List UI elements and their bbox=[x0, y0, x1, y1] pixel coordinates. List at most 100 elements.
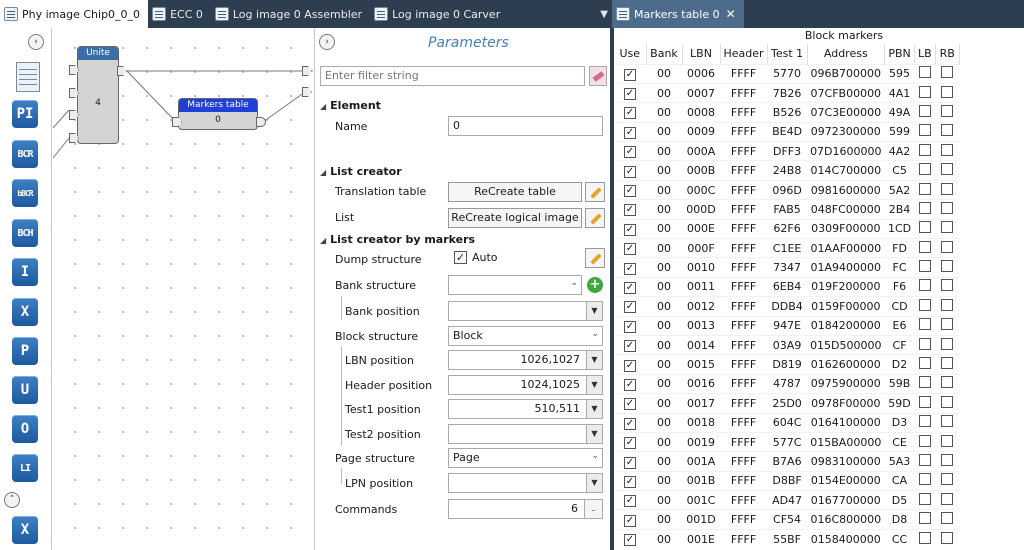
use-checkbox[interactable]: ✓ bbox=[624, 417, 636, 430]
rb-checkbox[interactable] bbox=[941, 182, 954, 195]
tab-markers-table[interactable]: Markers table 0 ✕ bbox=[612, 0, 744, 28]
tool-bbcr[interactable]: bBCR bbox=[12, 179, 38, 207]
tab-log-carver[interactable]: Log image 0 Carver bbox=[370, 0, 508, 28]
column-header[interactable]: PBN bbox=[884, 44, 916, 64]
lb-checkbox[interactable] bbox=[918, 201, 931, 214]
lb-checkbox[interactable] bbox=[918, 434, 931, 447]
table-row[interactable]: ✓ 00 000F FFFF C1EE 01AAF00000 FD bbox=[614, 238, 960, 258]
dropdown-arrow-icon[interactable]: ▼ bbox=[586, 302, 602, 320]
table-row[interactable]: ✓ 00 0012 FFFF DDB4 0159F00000 CD bbox=[614, 296, 960, 317]
header-position-field[interactable]: 1024,1025 ▼ bbox=[448, 375, 603, 395]
tool-x2[interactable]: X bbox=[12, 516, 38, 544]
table-row[interactable]: ✓ 00 000A FFFF DFF3 07D1600000 4A2 bbox=[614, 141, 960, 161]
lb-checkbox[interactable] bbox=[918, 143, 931, 156]
table-row[interactable]: ✓ 00 0016 FFFF 4787 0975900000 59B bbox=[614, 373, 960, 394]
section-list-creator-by-markers[interactable]: ◢ List creator by markers bbox=[320, 233, 475, 246]
table-row[interactable]: ✓ 00 0009 FFFF BE4D 0972300000 599 bbox=[614, 121, 960, 142]
column-header[interactable]: Use bbox=[614, 44, 647, 64]
table-row[interactable]: ✓ 00 0007 FFFF 7B26 07CFB00000 4A1 bbox=[614, 82, 960, 103]
lb-checkbox[interactable] bbox=[918, 163, 931, 176]
page-structure-select[interactable]: Page ⌄ bbox=[448, 448, 603, 468]
table-row[interactable]: ✓ 00 000E FFFF 62F6 0309F00000 1CD bbox=[614, 218, 960, 239]
lb-checkbox[interactable] bbox=[918, 279, 931, 292]
lb-checkbox[interactable] bbox=[918, 221, 931, 234]
tool-x[interactable]: X bbox=[12, 298, 38, 326]
table-row[interactable]: ✓ 00 000D FFFF FAB5 048FC00000 2B4 bbox=[614, 199, 960, 220]
tool-pi[interactable]: PI bbox=[12, 100, 38, 128]
dropdown-arrow-icon[interactable]: ▼ bbox=[586, 400, 602, 418]
pencil-icon[interactable] bbox=[585, 248, 605, 268]
tool-bch[interactable]: BCH bbox=[12, 219, 38, 247]
test1-position-field[interactable]: 510,511 ▼ bbox=[448, 399, 603, 419]
use-checkbox[interactable]: ✓ bbox=[624, 185, 636, 198]
use-checkbox[interactable]: ✓ bbox=[624, 534, 636, 547]
lb-checkbox[interactable] bbox=[918, 104, 931, 117]
lb-checkbox[interactable] bbox=[918, 182, 931, 195]
lb-checkbox[interactable] bbox=[918, 492, 931, 505]
close-icon[interactable]: ✕ bbox=[726, 7, 736, 21]
lb-checkbox[interactable] bbox=[918, 240, 931, 253]
output-port[interactable] bbox=[256, 117, 266, 127]
test2-position-field[interactable]: ▼ bbox=[448, 424, 603, 444]
recreate-logical-image-button[interactable]: ReCreate logical image bbox=[448, 208, 582, 228]
add-icon[interactable]: + bbox=[587, 277, 603, 293]
recreate-table-button[interactable]: ReCreate table bbox=[448, 182, 582, 202]
table-row[interactable]: ✓ 00 0015 FFFF D819 0162600000 D2 bbox=[614, 354, 960, 375]
tab-dropdown-icon[interactable]: ▼ bbox=[600, 0, 608, 28]
bank-structure-select[interactable]: ⌄ bbox=[448, 275, 582, 295]
bank-position-field[interactable]: ▼ bbox=[448, 301, 603, 321]
use-checkbox[interactable]: ✓ bbox=[624, 340, 636, 353]
column-header[interactable]: RB bbox=[935, 44, 960, 64]
lb-checkbox[interactable] bbox=[918, 473, 931, 486]
use-checkbox[interactable]: ✓ bbox=[624, 146, 636, 159]
chevron-right-icon[interactable]: › bbox=[28, 34, 44, 50]
use-checkbox[interactable]: ✓ bbox=[624, 68, 636, 81]
use-checkbox[interactable]: ✓ bbox=[624, 281, 636, 294]
lb-checkbox[interactable] bbox=[918, 376, 931, 389]
unite-node[interactable]: Unite 4 bbox=[77, 46, 119, 144]
use-checkbox[interactable]: ✓ bbox=[624, 165, 636, 178]
graph-canvas[interactable]: Unite 4 Markers table 0 bbox=[53, 28, 313, 550]
rb-checkbox[interactable] bbox=[941, 395, 954, 408]
use-checkbox[interactable]: ✓ bbox=[624, 223, 636, 236]
use-checkbox[interactable]: ✓ bbox=[624, 495, 636, 508]
tool-o[interactable]: O bbox=[12, 415, 38, 443]
lb-checkbox[interactable] bbox=[918, 318, 931, 331]
lb-checkbox[interactable] bbox=[918, 531, 931, 544]
use-checkbox[interactable]: ✓ bbox=[624, 437, 636, 450]
use-checkbox[interactable]: ✓ bbox=[624, 126, 636, 139]
column-header[interactable]: Test 1 bbox=[767, 44, 808, 64]
lb-checkbox[interactable] bbox=[918, 337, 931, 350]
use-checkbox[interactable]: ✓ bbox=[624, 301, 636, 314]
lbn-position-field[interactable]: 1026,1027 ▼ bbox=[448, 350, 603, 370]
rb-checkbox[interactable] bbox=[941, 85, 954, 98]
table-row[interactable]: ✓ 00 000C FFFF 096D 0981600000 5A2 bbox=[614, 179, 960, 200]
tab-ecc[interactable]: ECC 0 bbox=[148, 0, 211, 28]
use-checkbox[interactable]: ✓ bbox=[624, 204, 636, 217]
lb-checkbox[interactable] bbox=[918, 85, 931, 98]
use-checkbox[interactable]: ✓ bbox=[624, 456, 636, 469]
use-checkbox[interactable]: ✓ bbox=[624, 88, 636, 101]
column-header[interactable]: Header bbox=[720, 44, 768, 64]
use-checkbox[interactable]: ✓ bbox=[624, 243, 636, 256]
rb-checkbox[interactable] bbox=[941, 221, 954, 234]
rb-checkbox[interactable] bbox=[941, 104, 954, 117]
table-row[interactable]: ✓ 00 001D FFFF CF54 016C800000 D8 bbox=[614, 509, 960, 530]
use-checkbox[interactable]: ✓ bbox=[624, 378, 636, 391]
table-row[interactable]: ✓ 00 0008 FFFF B526 07C3E00000 49A bbox=[614, 102, 960, 123]
tab-log-assembler[interactable]: Log image 0 Assembler bbox=[211, 0, 370, 28]
table-view-icon[interactable] bbox=[16, 62, 40, 92]
table-row[interactable]: ✓ 00 0018 FFFF 604C 0164100000 D3 bbox=[614, 412, 960, 433]
table-row[interactable]: ✓ 00 000B FFFF 24B8 014C700000 C5 bbox=[614, 160, 960, 181]
markers-table-node[interactable]: Markers table 0 bbox=[178, 98, 258, 130]
rb-checkbox[interactable] bbox=[941, 512, 954, 525]
use-checkbox[interactable]: ✓ bbox=[624, 475, 636, 488]
filter-input[interactable]: Enter filter string bbox=[320, 66, 585, 86]
dropdown-arrow-icon[interactable]: ▼ bbox=[586, 351, 602, 369]
rb-checkbox[interactable] bbox=[941, 434, 954, 447]
eraser-icon[interactable] bbox=[589, 66, 607, 86]
table-row[interactable]: ✓ 00 0014 FFFF 03A9 015D500000 CF bbox=[614, 334, 960, 355]
lb-checkbox[interactable] bbox=[918, 66, 931, 79]
use-checkbox[interactable]: ✓ bbox=[624, 320, 636, 333]
rb-checkbox[interactable] bbox=[941, 66, 954, 79]
